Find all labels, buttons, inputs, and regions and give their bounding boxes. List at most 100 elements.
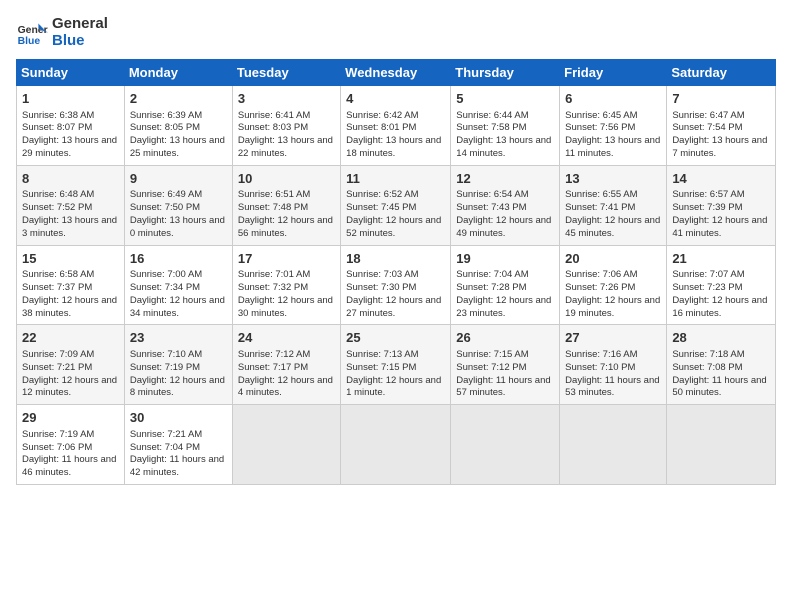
calendar-header-row: SundayMondayTuesdayWednesdayThursdayFrid… (17, 60, 776, 86)
day-number: 11 (346, 170, 445, 188)
calendar-cell: 27Sunrise: 7:16 AMSunset: 7:10 PMDayligh… (560, 325, 667, 405)
daylight-text: Daylight: 13 hours and 14 minutes. (456, 135, 551, 159)
sunset-text: Sunset: 7:15 PM (346, 362, 416, 373)
daylight-text: Daylight: 12 hours and 41 minutes. (672, 215, 767, 239)
day-number: 9 (130, 170, 227, 188)
calendar-cell: 23Sunrise: 7:10 AMSunset: 7:19 PMDayligh… (124, 325, 232, 405)
calendar-cell: 2Sunrise: 6:39 AMSunset: 8:05 PMDaylight… (124, 86, 232, 166)
daylight-text: Daylight: 12 hours and 38 minutes. (22, 295, 117, 319)
sunrise-text: Sunrise: 7:06 AM (565, 269, 637, 280)
day-number: 19 (456, 250, 554, 268)
day-number: 1 (22, 90, 119, 108)
calendar-cell: 10Sunrise: 6:51 AMSunset: 7:48 PMDayligh… (232, 165, 340, 245)
week-row-5: 29Sunrise: 7:19 AMSunset: 7:06 PMDayligh… (17, 405, 776, 485)
sunset-text: Sunset: 7:28 PM (456, 282, 526, 293)
calendar-cell: 29Sunrise: 7:19 AMSunset: 7:06 PMDayligh… (17, 405, 125, 485)
sunrise-text: Sunrise: 7:12 AM (238, 349, 310, 360)
sunset-text: Sunset: 7:30 PM (346, 282, 416, 293)
logo-general: General (52, 16, 108, 33)
sunrise-text: Sunrise: 7:16 AM (565, 349, 637, 360)
daylight-text: Daylight: 12 hours and 1 minute. (346, 375, 441, 399)
calendar-cell: 14Sunrise: 6:57 AMSunset: 7:39 PMDayligh… (667, 165, 776, 245)
calendar-cell: 6Sunrise: 6:45 AMSunset: 7:56 PMDaylight… (560, 86, 667, 166)
calendar-cell: 22Sunrise: 7:09 AMSunset: 7:21 PMDayligh… (17, 325, 125, 405)
day-number: 22 (22, 329, 119, 347)
daylight-text: Daylight: 13 hours and 0 minutes. (130, 215, 225, 239)
sunset-text: Sunset: 7:41 PM (565, 202, 635, 213)
sunset-text: Sunset: 7:23 PM (672, 282, 742, 293)
sunrise-text: Sunrise: 6:42 AM (346, 110, 418, 121)
sunset-text: Sunset: 7:39 PM (672, 202, 742, 213)
svg-text:Blue: Blue (18, 36, 41, 47)
day-number: 30 (130, 409, 227, 427)
day-number: 27 (565, 329, 661, 347)
sunrise-text: Sunrise: 6:49 AM (130, 189, 202, 200)
daylight-text: Daylight: 13 hours and 22 minutes. (238, 135, 333, 159)
day-number: 24 (238, 329, 335, 347)
daylight-text: Daylight: 12 hours and 27 minutes. (346, 295, 441, 319)
sunrise-text: Sunrise: 6:38 AM (22, 110, 94, 121)
calendar-cell: 28Sunrise: 7:18 AMSunset: 7:08 PMDayligh… (667, 325, 776, 405)
sunset-text: Sunset: 7:04 PM (130, 442, 200, 453)
sunrise-text: Sunrise: 7:21 AM (130, 429, 202, 440)
daylight-text: Daylight: 12 hours and 56 minutes. (238, 215, 333, 239)
daylight-text: Daylight: 12 hours and 45 minutes. (565, 215, 660, 239)
header-sunday: Sunday (17, 60, 125, 86)
week-row-4: 22Sunrise: 7:09 AMSunset: 7:21 PMDayligh… (17, 325, 776, 405)
sunset-text: Sunset: 7:06 PM (22, 442, 92, 453)
daylight-text: Daylight: 12 hours and 19 minutes. (565, 295, 660, 319)
day-number: 8 (22, 170, 119, 188)
sunset-text: Sunset: 7:50 PM (130, 202, 200, 213)
sunset-text: Sunset: 7:12 PM (456, 362, 526, 373)
sunset-text: Sunset: 7:32 PM (238, 282, 308, 293)
sunrise-text: Sunrise: 7:09 AM (22, 349, 94, 360)
logo-icon: General Blue (16, 17, 48, 49)
sunrise-text: Sunrise: 7:00 AM (130, 269, 202, 280)
day-number: 25 (346, 329, 445, 347)
daylight-text: Daylight: 13 hours and 29 minutes. (22, 135, 117, 159)
logo: General Blue General Blue (16, 16, 108, 49)
day-number: 18 (346, 250, 445, 268)
sunset-text: Sunset: 8:05 PM (130, 122, 200, 133)
calendar-cell: 24Sunrise: 7:12 AMSunset: 7:17 PMDayligh… (232, 325, 340, 405)
header-tuesday: Tuesday (232, 60, 340, 86)
sunset-text: Sunset: 7:56 PM (565, 122, 635, 133)
daylight-text: Daylight: 11 hours and 50 minutes. (672, 375, 766, 399)
sunrise-text: Sunrise: 6:45 AM (565, 110, 637, 121)
sunrise-text: Sunrise: 6:54 AM (456, 189, 528, 200)
day-number: 16 (130, 250, 227, 268)
calendar-cell (341, 405, 451, 485)
sunset-text: Sunset: 7:48 PM (238, 202, 308, 213)
daylight-text: Daylight: 11 hours and 46 minutes. (22, 454, 116, 478)
week-row-3: 15Sunrise: 6:58 AMSunset: 7:37 PMDayligh… (17, 245, 776, 325)
calendar-cell: 11Sunrise: 6:52 AMSunset: 7:45 PMDayligh… (341, 165, 451, 245)
sunset-text: Sunset: 7:26 PM (565, 282, 635, 293)
daylight-text: Daylight: 12 hours and 23 minutes. (456, 295, 551, 319)
daylight-text: Daylight: 11 hours and 42 minutes. (130, 454, 224, 478)
calendar-cell: 13Sunrise: 6:55 AMSunset: 7:41 PMDayligh… (560, 165, 667, 245)
day-number: 10 (238, 170, 335, 188)
daylight-text: Daylight: 12 hours and 4 minutes. (238, 375, 333, 399)
daylight-text: Daylight: 13 hours and 11 minutes. (565, 135, 660, 159)
daylight-text: Daylight: 12 hours and 30 minutes. (238, 295, 333, 319)
day-number: 12 (456, 170, 554, 188)
header-monday: Monday (124, 60, 232, 86)
sunrise-text: Sunrise: 6:58 AM (22, 269, 94, 280)
sunset-text: Sunset: 7:45 PM (346, 202, 416, 213)
calendar-cell: 4Sunrise: 6:42 AMSunset: 8:01 PMDaylight… (341, 86, 451, 166)
header-wednesday: Wednesday (341, 60, 451, 86)
calendar-cell: 20Sunrise: 7:06 AMSunset: 7:26 PMDayligh… (560, 245, 667, 325)
sunrise-text: Sunrise: 6:52 AM (346, 189, 418, 200)
calendar-cell: 8Sunrise: 6:48 AMSunset: 7:52 PMDaylight… (17, 165, 125, 245)
sunrise-text: Sunrise: 6:44 AM (456, 110, 528, 121)
daylight-text: Daylight: 13 hours and 3 minutes. (22, 215, 117, 239)
sunrise-text: Sunrise: 7:19 AM (22, 429, 94, 440)
sunrise-text: Sunrise: 6:55 AM (565, 189, 637, 200)
sunrise-text: Sunrise: 6:57 AM (672, 189, 744, 200)
daylight-text: Daylight: 11 hours and 57 minutes. (456, 375, 550, 399)
calendar-cell: 21Sunrise: 7:07 AMSunset: 7:23 PMDayligh… (667, 245, 776, 325)
calendar-cell: 3Sunrise: 6:41 AMSunset: 8:03 PMDaylight… (232, 86, 340, 166)
daylight-text: Daylight: 13 hours and 7 minutes. (672, 135, 767, 159)
calendar-cell: 12Sunrise: 6:54 AMSunset: 7:43 PMDayligh… (451, 165, 560, 245)
page-container: General Blue General Blue SundayMondayTu… (0, 0, 792, 493)
